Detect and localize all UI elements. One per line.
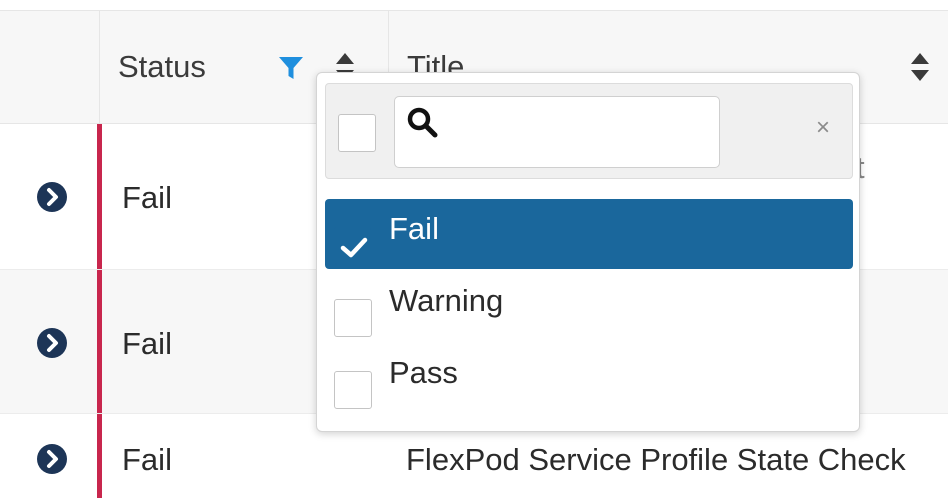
clear-search-icon[interactable]: × xyxy=(816,116,830,140)
filter-option-warning[interactable]: Warning xyxy=(325,271,853,341)
option-checkbox[interactable] xyxy=(334,299,372,337)
chevron-right-circle-icon[interactable] xyxy=(37,444,67,474)
status-cell: Fail xyxy=(122,442,172,477)
option-checkbox[interactable] xyxy=(334,227,372,265)
fail-status-indicator xyxy=(97,124,102,269)
checkmark-icon xyxy=(340,237,368,258)
search-icon xyxy=(407,107,438,138)
select-all-checkbox[interactable] xyxy=(338,114,376,152)
title-cell[interactable]: FlexPod Service Profile State Check xyxy=(406,442,906,478)
funnel-icon[interactable] xyxy=(278,55,304,81)
filter-option-pass[interactable]: Pass xyxy=(325,343,853,413)
header-expand-cell xyxy=(0,11,100,123)
fail-status-indicator xyxy=(97,270,102,413)
chevron-right-circle-icon[interactable] xyxy=(37,182,67,212)
option-checkbox[interactable] xyxy=(334,371,372,409)
status-cell: Fail xyxy=(122,180,172,215)
status-column-header[interactable]: Status xyxy=(118,49,206,85)
status-cell: Fail xyxy=(122,326,172,361)
chevron-right-circle-icon[interactable] xyxy=(37,328,67,358)
sort-up-down-icon[interactable] xyxy=(909,51,931,83)
filter-search-input[interactable] xyxy=(394,96,720,168)
filter-option-fail[interactable]: Fail xyxy=(325,199,853,269)
fail-status-indicator xyxy=(97,414,102,498)
option-label: Warning xyxy=(389,283,504,318)
option-label: Pass xyxy=(389,355,458,390)
filter-search-bar: × xyxy=(325,83,853,179)
option-label: Fail xyxy=(389,211,439,246)
status-filter-dropdown: × Fail Warning Pass xyxy=(316,72,860,432)
